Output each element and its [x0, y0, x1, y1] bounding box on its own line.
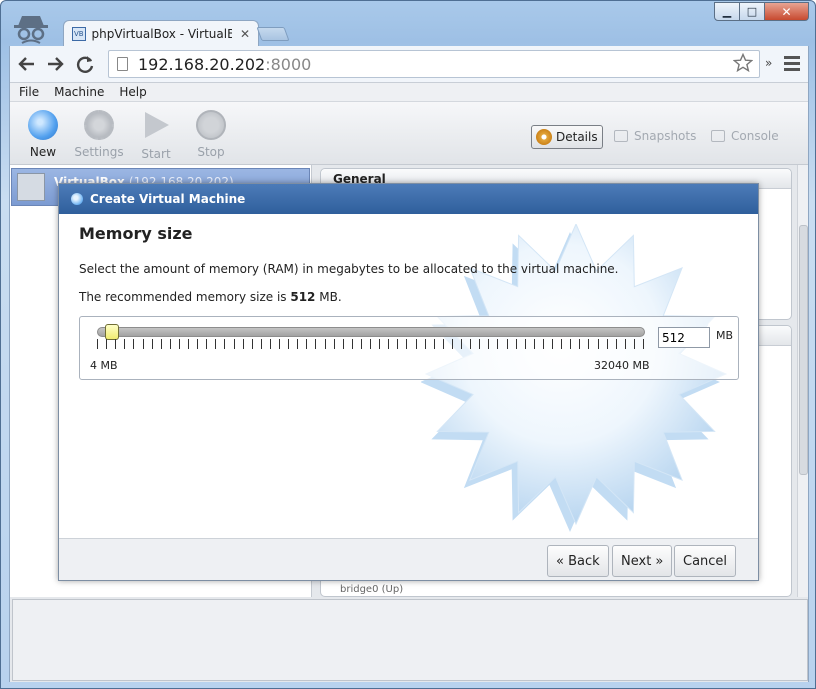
browser-window: ▁ □ ✕ VB phpVirtualBox - VirtualBox ✕ 19…: [0, 0, 816, 689]
slider-max-label: 32040 MB: [594, 359, 650, 372]
create-vm-dialog: Create Virtual Machine Memory size Selec…: [58, 183, 759, 581]
stop-button[interactable]: Stop: [185, 110, 237, 159]
new-starburst-icon: [28, 110, 58, 140]
dialog-titlebar[interactable]: Create Virtual Machine: [59, 184, 758, 214]
gear-icon: [84, 110, 114, 140]
back-button[interactable]: « Back: [547, 545, 609, 577]
start-label: Start: [141, 147, 171, 161]
menu-help[interactable]: Help: [119, 85, 146, 99]
page-icon: [117, 57, 128, 71]
tab-snapshots-label: Snapshots: [634, 129, 697, 143]
camera-icon: [614, 130, 628, 142]
tab-close-icon[interactable]: ✕: [240, 27, 250, 41]
slider-min-label: 4 MB: [90, 359, 118, 372]
close-window-button[interactable]: ✕: [765, 2, 809, 21]
settings-label: Settings: [74, 145, 124, 159]
slider-ticks: [97, 339, 645, 351]
star-icon[interactable]: [733, 53, 753, 73]
details-scrollbar[interactable]: [797, 165, 808, 597]
new-tab-button[interactable]: [256, 27, 290, 41]
monitor-icon: [711, 130, 725, 142]
maximize-button[interactable]: □: [740, 2, 765, 21]
browser-toolbar: 192.168.20.202:8000 »: [9, 46, 809, 82]
vm-toolbar: New Settings Start Stop Details Snapshot…: [10, 102, 808, 165]
new-label: New: [29, 145, 57, 159]
stop-label: Stop: [197, 145, 225, 159]
recommended-suffix: MB.: [315, 290, 342, 304]
recommended-value: 512: [290, 290, 316, 304]
bottom-panel: [10, 597, 808, 682]
forward-arrow-icon[interactable]: [44, 53, 66, 75]
memory-slider-track[interactable]: [97, 327, 645, 337]
incognito-icon: [14, 16, 48, 44]
recommended-prefix: The recommended memory size is: [79, 290, 291, 304]
memory-size-heading: Memory size: [79, 224, 193, 243]
memory-unit-label: MB: [716, 329, 734, 342]
extensions-overflow-button[interactable]: »: [765, 56, 772, 70]
memory-slider-handle[interactable]: [105, 324, 119, 340]
memory-description: Select the amount of memory (RAM) in meg…: [79, 262, 619, 276]
tab-console-label: Console: [731, 129, 779, 143]
memory-size-input[interactable]: [658, 327, 710, 348]
url-port: :8000: [265, 54, 312, 74]
tab-details-label: Details: [556, 130, 598, 144]
settings-button[interactable]: Settings: [73, 110, 125, 159]
app-menubar: File Machine Help: [10, 82, 808, 102]
dialog-title: Create Virtual Machine: [90, 192, 246, 206]
browser-tab-phpvirtualbox[interactable]: VB phpVirtualBox - VirtualBox ✕: [63, 20, 259, 47]
dialog-footer: « Back Next » Cancel: [59, 538, 758, 580]
start-button[interactable]: Start: [130, 110, 182, 161]
tab-snapshots[interactable]: Snapshots: [614, 129, 696, 143]
minimize-button[interactable]: ▁: [714, 2, 740, 21]
tab-console[interactable]: Console: [711, 129, 779, 143]
details-gear-icon: [536, 129, 552, 145]
address-bar[interactable]: 192.168.20.202:8000: [108, 50, 760, 78]
phpvirtualbox-favicon-icon: VB: [72, 27, 86, 41]
power-icon: [196, 110, 226, 140]
cancel-button[interactable]: Cancel: [674, 545, 737, 577]
menu-file[interactable]: File: [19, 85, 39, 99]
new-starburst-icon: [71, 193, 83, 205]
memory-slider-panel: 4 MB 32040 MB MB: [79, 316, 739, 380]
back-arrow-icon[interactable]: [16, 53, 38, 75]
virtualbox-host-icon: [17, 173, 45, 201]
new-vm-button[interactable]: New: [17, 110, 69, 159]
window-controls: ▁ □ ✕: [714, 2, 809, 21]
next-button[interactable]: Next »: [612, 545, 673, 577]
tab-title: phpVirtualBox - VirtualBox: [91, 27, 232, 41]
network-peek-text: bridge0 (Up): [340, 584, 404, 595]
url-host: 192.168.20.202: [138, 54, 266, 74]
menu-machine[interactable]: Machine: [54, 85, 104, 99]
tab-details[interactable]: Details: [531, 125, 603, 149]
reload-icon[interactable]: [74, 53, 96, 75]
menu-icon[interactable]: [783, 53, 801, 73]
start-arrow-icon: [141, 112, 171, 142]
recommended-memory-text: The recommended memory size is 512 MB.: [79, 290, 342, 304]
